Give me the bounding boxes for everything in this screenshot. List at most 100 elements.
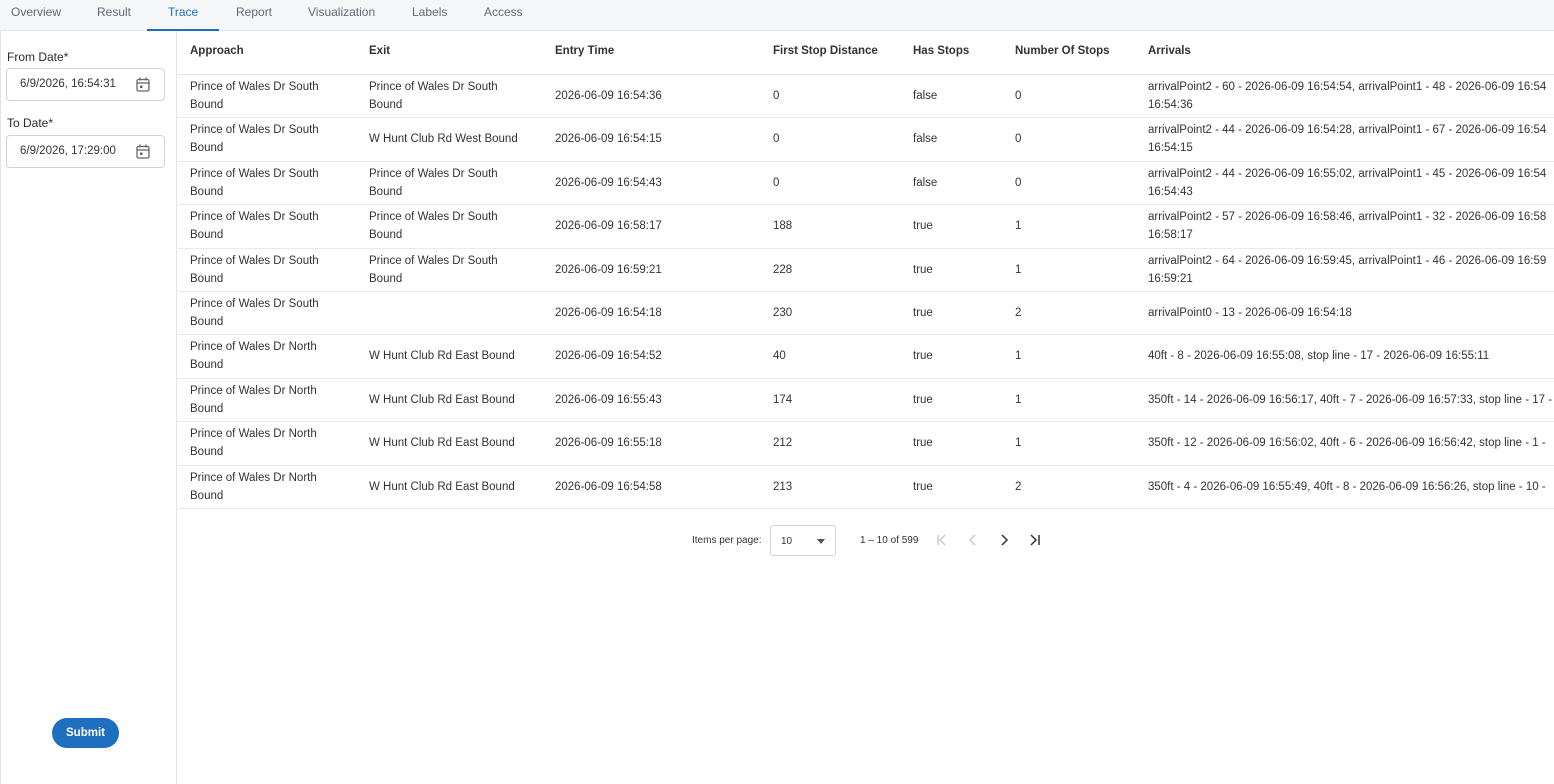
cell-arrivals: arrivalPoint0 - 13 - 2026-06-09 16:54:18 <box>1148 306 1352 319</box>
to-date-field[interactable]: 6/9/2026, 17:29:00 <box>6 135 165 168</box>
items-per-page-select[interactable]: 10 <box>770 525 836 556</box>
cell-has-stops: true <box>913 220 933 233</box>
column-header-first-stop-distance[interactable]: First Stop Distance <box>773 45 878 57</box>
cell-number-of-stops: 1 <box>1015 220 1022 233</box>
from-date-value[interactable]: 6/9/2026, 16:54:31 <box>20 78 116 90</box>
cell-approach: Prince of Wales Dr South Bound <box>190 211 319 242</box>
column-header-arrivals[interactable]: Arrivals <box>1148 45 1191 57</box>
column-header-has-stops[interactable]: Has Stops <box>913 45 969 57</box>
cell-entry-time: 2026-06-09 16:54:52 <box>555 350 662 363</box>
column-header-number-of-stops[interactable]: Number Of Stops <box>1015 45 1110 57</box>
from-date-field[interactable]: 6/9/2026, 16:54:31 <box>6 68 165 101</box>
cell-first-stop-distance: 174 <box>773 393 793 406</box>
cell-number-of-stops: 1 <box>1015 350 1022 363</box>
cell-entry-time: 2026-06-09 16:54:58 <box>555 480 662 493</box>
cell-exit: Prince of Wales Dr South Bound <box>369 81 498 111</box>
cell-arrivals: 350ft - 12 - 2026-06-09 16:56:02, 40ft -… <box>1148 437 1546 450</box>
tab-result[interactable]: Result <box>97 0 131 31</box>
cell-number-of-stops: 1 <box>1015 263 1022 276</box>
cell-first-stop-distance: 0 <box>773 133 780 146</box>
cell-number-of-stops: 0 <box>1015 90 1022 102</box>
cell-approach: Prince of Wales Dr North Bound <box>190 384 317 415</box>
table-row[interactable]: Prince of Wales Dr South Bound 2026-06-09… <box>178 292 1554 336</box>
table-header: Approach Exit Entry Time First Stop Dist… <box>178 31 1554 75</box>
calendar-icon[interactable] <box>136 144 150 159</box>
cell-exit: W Hunt Club Rd West Bound <box>369 133 518 146</box>
cell-first-stop-distance: 188 <box>773 220 793 233</box>
cell-has-stops: true <box>913 350 933 363</box>
tab-overview[interactable]: Overview <box>11 0 61 31</box>
cell-arrivals: 40ft - 8 - 2026-06-09 16:55:08, stop lin… <box>1148 350 1490 363</box>
cell-approach: Prince of Wales Dr North Bound <box>190 471 317 502</box>
table-body: Prince of Wales Dr South Bound Prince of … <box>178 75 1554 509</box>
cell-has-stops: true <box>913 393 933 406</box>
calendar-icon[interactable] <box>136 77 150 92</box>
table-row[interactable]: Prince of Wales Dr North Bound W Hunt Clu… <box>178 466 1554 509</box>
cell-approach: Prince of Wales Dr South Bound <box>190 297 319 328</box>
previous-page-icon[interactable] <box>965 532 981 548</box>
cell-approach: Prince of Wales Dr South Bound <box>190 124 319 155</box>
column-header-exit[interactable]: Exit <box>369 45 390 57</box>
page-range-label: 1 – 10 of 599 <box>860 535 919 546</box>
table-row[interactable]: Prince of Wales Dr North Bound W Hunt Clu… <box>178 335 1554 379</box>
to-date-value[interactable]: 6/9/2026, 17:29:00 <box>20 145 116 157</box>
cell-arrivals: arrivalPoint2 - 44 - 2026-06-09 16:55:02… <box>1148 167 1547 198</box>
submit-button[interactable]: Submit <box>52 718 119 748</box>
chevron-down-icon[interactable] <box>817 539 825 544</box>
tab-bar: Overview Result Trace Report Visualizati… <box>0 0 1554 31</box>
cell-number-of-stops: 2 <box>1015 306 1022 319</box>
tab-access[interactable]: Access <box>484 0 523 31</box>
cell-first-stop-distance: 0 <box>773 90 780 102</box>
from-date-label: From Date* <box>7 50 69 64</box>
table-row[interactable]: Prince of Wales Dr North Bound W Hunt Clu… <box>178 379 1554 423</box>
cell-first-stop-distance: 0 <box>773 176 780 189</box>
cell-approach: Prince of Wales Dr North Bound <box>190 341 317 372</box>
table-row[interactable]: Prince of Wales Dr South Bound Prince of … <box>178 75 1554 119</box>
cell-first-stop-distance: 230 <box>773 306 793 319</box>
first-page-icon[interactable] <box>934 532 950 548</box>
filter-sidebar: From Date* 6/9/2026, 16:54:31 To Date* 6… <box>0 31 177 784</box>
table-row[interactable]: Prince of Wales Dr South Bound W Hunt Clu… <box>178 118 1554 162</box>
cell-approach: Prince of Wales Dr North Bound <box>190 428 317 459</box>
items-per-page-label: Items per page: <box>692 535 762 546</box>
cell-entry-time: 2026-06-09 16:54:43 <box>555 176 662 189</box>
table-row[interactable]: Prince of Wales Dr South Bound Prince of … <box>178 249 1554 292</box>
cell-has-stops: false <box>913 176 938 189</box>
cell-first-stop-distance: 40 <box>773 350 786 363</box>
cell-has-stops: true <box>913 480 933 493</box>
items-per-page-value[interactable]: 10 <box>781 536 792 547</box>
cell-has-stops: true <box>913 306 933 319</box>
cell-arrivals: arrivalPoint2 - 44 - 2026-06-09 16:54:28… <box>1148 124 1547 155</box>
cell-exit: W Hunt Club Rd East Bound <box>369 437 515 450</box>
cell-first-stop-distance: 228 <box>773 263 793 276</box>
column-header-approach[interactable]: Approach <box>190 45 244 57</box>
cell-approach: Prince of Wales Dr South Bound <box>190 254 319 285</box>
tab-trace[interactable]: Trace <box>146 0 220 31</box>
cell-arrivals: 350ft - 14 - 2026-06-09 16:56:17, 40ft -… <box>1148 393 1553 406</box>
column-header-entry-time[interactable]: Entry Time <box>555 45 614 57</box>
cell-entry-time: 2026-06-09 16:54:36 <box>555 90 662 102</box>
last-page-icon[interactable] <box>1027 532 1043 548</box>
cell-exit: Prince of Wales Dr South Bound <box>369 211 498 242</box>
table-row[interactable]: Prince of Wales Dr South Bound Prince of … <box>178 205 1554 249</box>
tab-report[interactable]: Report <box>236 0 272 31</box>
cell-has-stops: true <box>913 263 933 276</box>
cell-arrivals: arrivalPoint2 - 57 - 2026-06-09 16:58:46… <box>1148 211 1547 242</box>
table-row[interactable]: Prince of Wales Dr North Bound W Hunt Clu… <box>178 422 1554 466</box>
cell-entry-time: 2026-06-09 16:59:21 <box>555 263 662 276</box>
cell-arrivals: 350ft - 4 - 2026-06-09 16:55:49, 40ft - … <box>1148 480 1546 493</box>
to-date-label: To Date* <box>7 116 54 130</box>
cell-number-of-stops: 2 <box>1015 480 1022 493</box>
cell-exit: Prince of Wales Dr South Bound <box>369 254 498 285</box>
tab-visualization[interactable]: Visualization <box>308 0 375 31</box>
table-row[interactable]: Prince of Wales Dr South Bound Prince of … <box>178 162 1554 206</box>
cell-number-of-stops: 0 <box>1015 133 1022 146</box>
cell-entry-time: 2026-06-09 16:54:15 <box>555 133 662 146</box>
cell-arrivals: arrivalPoint2 - 64 - 2026-06-09 16:59:45… <box>1148 254 1547 285</box>
cell-number-of-stops: 1 <box>1015 437 1022 450</box>
cell-exit: W Hunt Club Rd East Bound <box>369 393 515 406</box>
cell-arrivals: arrivalPoint2 - 60 - 2026-06-09 16:54:54… <box>1148 81 1547 111</box>
next-page-icon[interactable] <box>996 532 1012 548</box>
cell-has-stops: false <box>913 133 938 146</box>
tab-labels[interactable]: Labels <box>412 0 447 31</box>
